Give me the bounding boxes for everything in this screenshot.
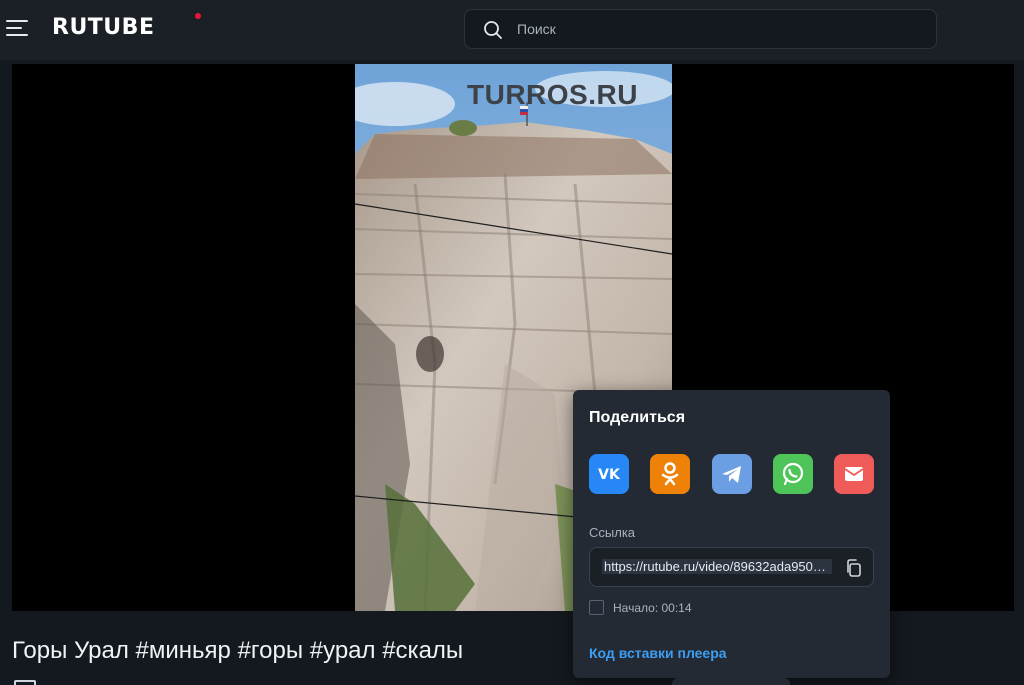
vk-icon: VK (598, 467, 621, 483)
video-watermark: TURROS.RU (467, 79, 638, 110)
logo-dot (195, 13, 201, 19)
partial-icon (14, 680, 36, 685)
rutube-logo[interactable]: RUTUBE (52, 15, 154, 40)
video-title: Горы Урал #миньяр #горы #урал #скалы (12, 637, 464, 664)
share-panel: Поделиться VK Ссылка https://rutube.ru/v (573, 390, 890, 678)
search-input[interactable] (517, 10, 917, 48)
embed-code-link[interactable]: Код вставки плеера (589, 645, 727, 661)
panel-tab (672, 678, 790, 685)
share-link-text[interactable]: https://rutube.ru/video/89632ada9506... (602, 559, 832, 574)
start-time-label: Начало: 00:14 (613, 601, 692, 615)
whatsapp-icon (782, 462, 804, 486)
ok-share-button[interactable] (650, 454, 690, 494)
telegram-share-button[interactable] (712, 454, 752, 494)
link-label: Ссылка (589, 525, 636, 540)
whatsapp-share-button[interactable] (773, 454, 813, 494)
search-icon[interactable] (483, 20, 503, 40)
share-title: Поделиться (589, 409, 686, 426)
telegram-icon (722, 466, 741, 483)
start-time-checkbox[interactable] (589, 600, 604, 615)
share-link-field[interactable]: https://rutube.ru/video/89632ada9506... (589, 547, 874, 587)
odnoklassniki-icon (661, 462, 679, 486)
top-header: RUTUBE (0, 0, 1024, 60)
svg-text:VK: VK (598, 467, 621, 483)
search-box[interactable] (464, 9, 937, 49)
menu-icon[interactable] (6, 18, 28, 38)
copy-icon[interactable] (844, 558, 864, 578)
vk-share-button[interactable]: VK (589, 454, 629, 494)
email-share-button[interactable] (834, 454, 874, 494)
mail-icon (844, 467, 864, 481)
